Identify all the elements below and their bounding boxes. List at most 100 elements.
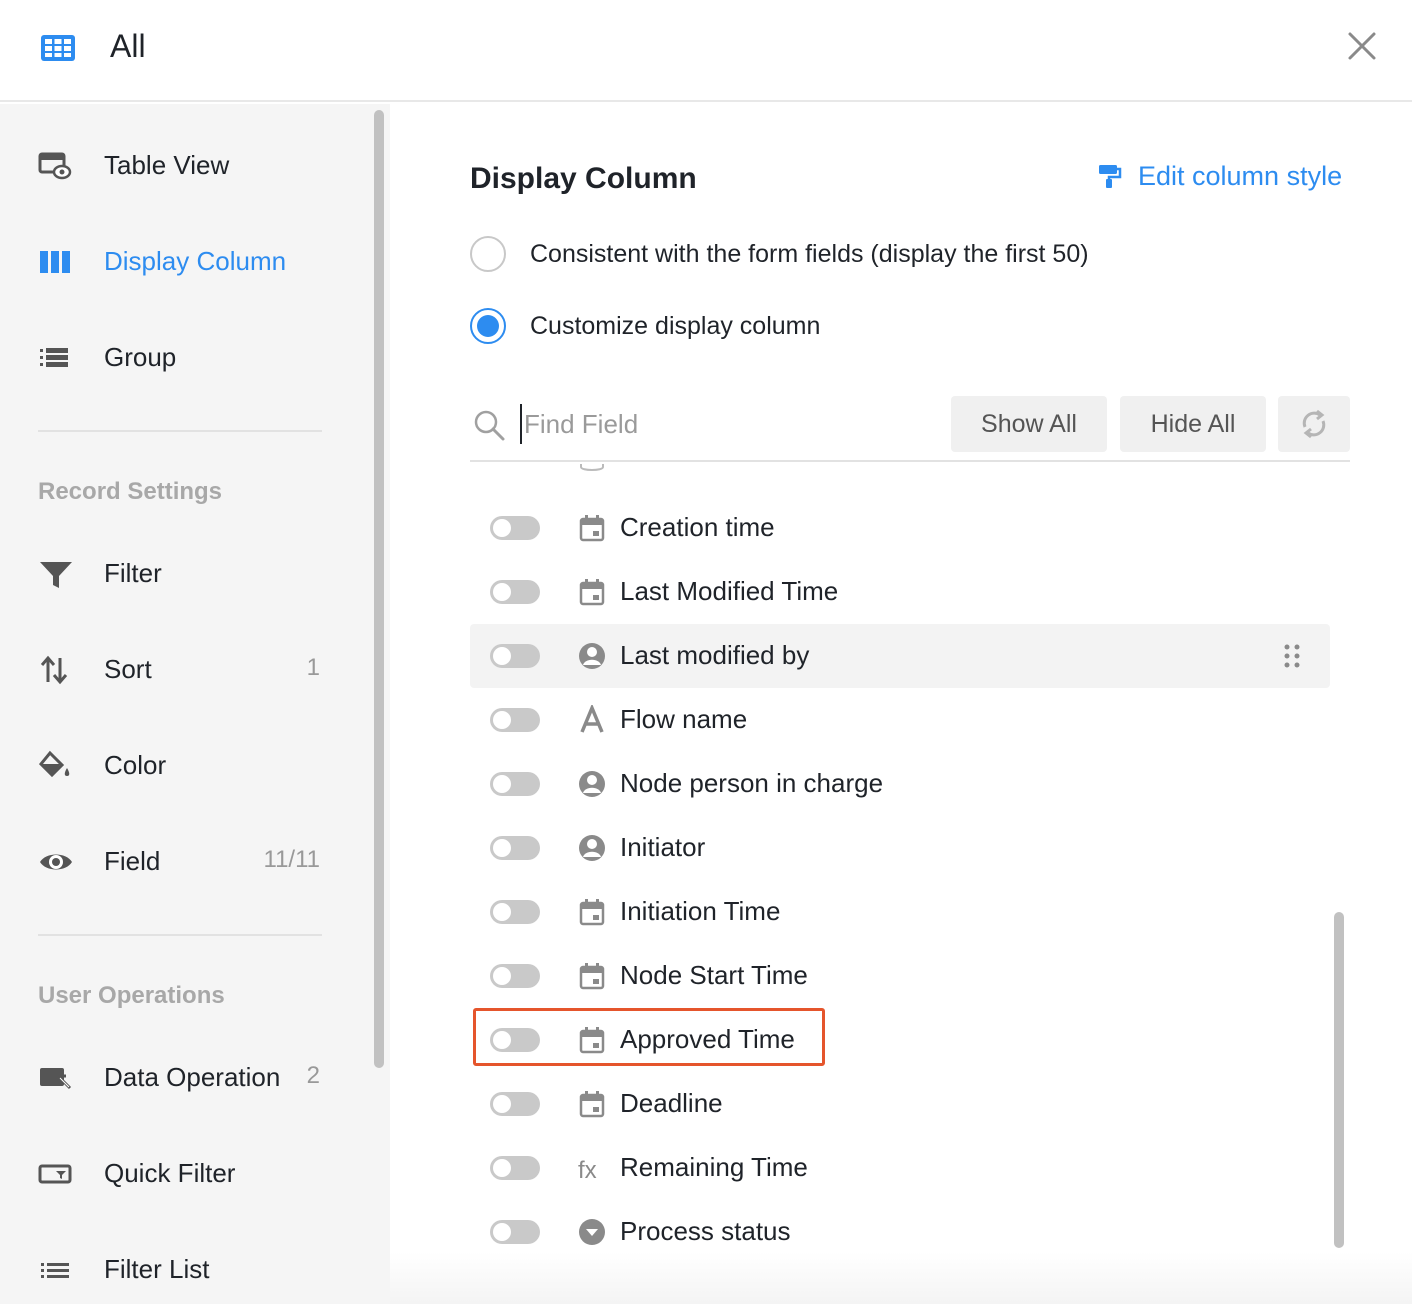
calendar-icon [580,464,604,471]
field-name: Remaining Time [620,1152,808,1182]
user-icon [578,769,606,799]
field-row[interactable]: Node Start Time [470,944,1330,1008]
text-icon [578,703,606,735]
sidebar-item-label: Quick Filter [104,1158,236,1188]
sidebar-item-label: Sort [104,654,152,684]
filter-list-icon [41,1263,69,1278]
visibility-toggle[interactable] [490,900,540,924]
field-row[interactable]: Creation time [470,496,1330,560]
sidebar-item-filter-list[interactable]: Filter List [0,1240,340,1300]
sidebar-item-label: Display Column [104,246,287,276]
sidebar-item-color[interactable]: Color [0,736,340,796]
sidebar-item-label: Color [104,750,167,780]
field-row[interactable]: Last Modified Time [470,560,1330,624]
data-operation-icon [40,1068,72,1090]
svg-text:fx: fx [578,1157,597,1183]
visibility-toggle[interactable] [490,580,540,604]
calendar-icon [578,897,606,927]
view-title: All [110,28,146,64]
calendar-icon [578,1025,606,1055]
visibility-toggle[interactable] [490,1028,540,1052]
field-row[interactable]: Flow name [470,688,1330,752]
paint-bucket-icon [38,750,70,778]
settings-sidebar: Table View Display Column Group Record S… [0,104,390,1304]
bottom-fade [390,1252,1412,1304]
edit-column-style-label: Edit column style [1138,160,1343,191]
field-name: Last Modified Time [620,576,839,606]
field-row[interactable]: Approved Time [470,1008,1330,1072]
sidebar-item-filter[interactable]: Filter [0,544,340,604]
user-icon [578,833,606,863]
find-field-input[interactable] [520,404,920,444]
calendar-icon [578,577,606,607]
reset-button[interactable] [1278,396,1350,452]
field-search-bar: Show All Hide All [470,396,1350,462]
field-row[interactable]: Node person in charge [470,752,1330,816]
option-label: Consistent with the form fields (display… [530,239,1089,268]
quick-filter-icon [38,1164,72,1184]
sidebar-item-quick-filter[interactable]: Quick Filter [0,1144,340,1204]
radio-unchecked[interactable] [470,236,506,272]
sidebar-item-label: Data Operation [104,1062,281,1092]
sort-count: 1 [306,654,320,681]
panel-title: Display Column [470,162,697,195]
edit-column-style-link[interactable]: Edit column style [1096,160,1342,192]
field-name: Initiation Time [620,896,781,926]
dialog-header: All [0,0,1412,102]
hide-all-button[interactable]: Hide All [1120,396,1266,452]
field-name: Last modified by [620,640,810,670]
option-consistent-with-form[interactable]: Consistent with the form fields (display… [470,234,1089,274]
sidebar-item-table-view[interactable]: Table View [0,136,340,196]
radio-checked[interactable] [470,308,506,344]
table-grid-icon [41,35,75,61]
visibility-toggle[interactable] [490,836,540,860]
drag-handle-icon[interactable] [1282,642,1302,670]
field-row[interactable]: Initiation Time [470,880,1330,944]
visibility-toggle[interactable] [490,1220,540,1244]
show-all-button[interactable]: Show All [951,396,1107,452]
sidebar-divider [38,430,322,432]
visibility-toggle[interactable] [490,772,540,796]
field-row[interactable]: Deadline [470,1072,1330,1136]
visibility-toggle[interactable] [490,708,540,732]
field-list: Creation time Last Modified Time Last modi… [470,464,1340,1304]
field-name: Flow name [620,704,748,734]
sidebar-scrollbar[interactable] [374,110,384,1068]
sidebar-item-data-operation[interactable]: Data Operation 2 [0,1048,340,1108]
visibility-toggle[interactable] [490,516,540,540]
field-count: 11/11 [263,846,321,873]
sort-icon [40,655,68,685]
close-icon[interactable] [1344,28,1380,64]
sidebar-item-sort[interactable]: Sort 1 [0,640,340,700]
field-list-scrollbar[interactable] [1334,912,1344,1248]
field-row[interactable]: Initiator [470,816,1330,880]
visibility-toggle[interactable] [490,1092,540,1116]
field-row[interactable]: Last modified by [470,624,1330,688]
sidebar-item-group[interactable]: Group [0,328,340,388]
sidebar-item-label: Filter List [104,1254,210,1284]
field-name: Creation time [620,512,775,542]
sidebar-item-display-column[interactable]: Display Column [0,232,340,292]
eye-icon [40,854,72,870]
user-icon [578,641,606,671]
field-name: Approved Time [620,1024,795,1054]
sidebar-divider [38,934,322,936]
calendar-icon [578,961,606,991]
data-operation-count: 2 [306,1062,320,1089]
calendar-icon [578,513,606,543]
field-name: Node Start Time [620,960,808,990]
search-icon [474,410,505,441]
visibility-toggle[interactable] [490,1156,540,1180]
sidebar-item-label: Filter [104,558,162,588]
option-customize-display-column[interactable]: Customize display column [470,306,820,346]
visibility-toggle[interactable] [490,644,540,668]
user-operations-heading: User Operations [38,982,225,1009]
sidebar-item-field[interactable]: Field 11/11 [0,832,340,892]
field-name: Node person in charge [620,768,884,798]
refresh-icon [1302,409,1326,439]
visibility-toggle[interactable] [490,964,540,988]
columns-icon [40,251,70,273]
field-row[interactable]: fx Remaining Time [470,1136,1330,1200]
group-list-icon [40,348,68,367]
display-column-panel: Display Column Edit column style Consist… [390,104,1412,1304]
